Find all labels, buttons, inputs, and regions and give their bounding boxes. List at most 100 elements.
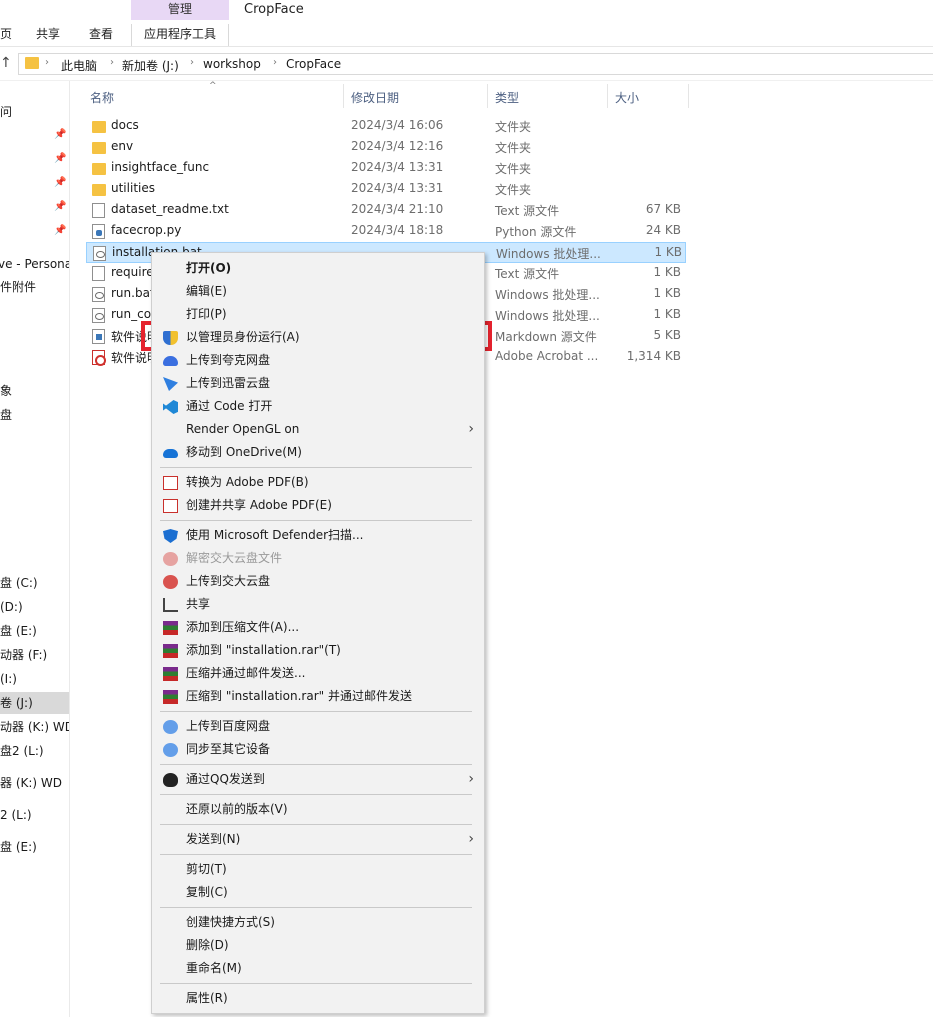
menu-item[interactable]: 删除(D) [152,934,484,957]
file-type: Text 源文件 [495,204,560,218]
winrar-icon [163,644,178,658]
file-row[interactable]: facecrop.py 2024/3/4 18:18 Python 源文件 24 KB [86,221,686,242]
menu-item[interactable]: 复制(C) [152,881,484,904]
tab-app-tools[interactable]: 应用程序工具 [131,24,229,46]
menu-item[interactable]: 使用 Microsoft Defender扫描... [152,524,484,547]
file-type: Windows 批处理... [496,247,601,261]
nav-item-drive-j[interactable]: 卷 (J:) [0,692,69,714]
menu-item[interactable]: 上传到夸克网盘 [152,349,484,372]
nav-item-drive-l[interactable]: 盘2 (L:) [0,740,44,762]
menu-item[interactable]: 发送到(N) › [152,828,484,851]
file-size: 67 KB [645,202,681,216]
menu-item[interactable]: 创建快捷方式(S) [152,911,484,934]
tab-file-partial[interactable]: 页 [0,24,12,46]
column-header-modified[interactable]: 修改日期 [351,89,399,111]
pin-icon: 📌 [54,201,67,212]
column-divider[interactable] [343,84,344,108]
file-row[interactable]: dataset_readme.txt 2024/3/4 21:10 Text 源文件… [86,200,686,221]
winrar-icon [163,667,178,681]
file-row[interactable]: docs 2024/3/4 16:06 文件夹 [86,116,686,137]
menu-item[interactable]: 转换为 Adobe PDF(B) [152,471,484,494]
menu-item-label: 压缩并通过邮件发送... [186,666,306,680]
file-row[interactable]: utilities 2024/3/4 13:31 文件夹 [86,179,686,200]
menu-item[interactable]: 打印(P) [152,303,484,326]
menu-item[interactable]: 同步至其它设备 [152,738,484,761]
menu-item-label: 使用 Microsoft Defender扫描... [186,528,364,542]
nav-item-disk[interactable]: 盘 [0,404,12,426]
menu-item-label: 上传到夸克网盘 [186,353,271,367]
menu-item[interactable]: 上传到交大云盘 [152,570,484,593]
breadcrumb-workshop[interactable]: workshop [203,57,261,71]
menu-item[interactable]: 以管理员身份运行(A) [152,326,484,349]
nav-item-drive-k[interactable]: 动器 (K:) WD [0,716,69,738]
menu-item[interactable]: 压缩并通过邮件发送... [152,662,484,685]
menu-item[interactable]: 添加到压缩文件(A)... [152,616,484,639]
menu-item[interactable]: 还原以前的版本(V) [152,798,484,821]
menu-item-label: 上传到百度网盘 [186,719,271,733]
menu-item[interactable]: 打开(O) [152,257,484,280]
menu-item[interactable]: 编辑(E) [152,280,484,303]
menu-separator [160,794,472,795]
menu-separator [160,711,472,712]
menu-item[interactable]: 重命名(M) [152,957,484,980]
chevron-right-icon: › [110,57,114,68]
markdown-file-icon [92,329,105,344]
menu-item[interactable]: Render OpenGL on › [152,418,484,441]
navigation-pane: 问 📌 📌 📌 📌 📌 ve - Persona 件附件 象 盘 盘 (C:) … [0,81,70,1017]
up-arrow-icon[interactable]: ↑ [0,55,12,71]
column-divider[interactable] [688,84,689,108]
menu-item[interactable]: 压缩到 "installation.rar" 并通过邮件发送 [152,685,484,708]
tab-share[interactable]: 共享 [36,24,60,46]
menu-item[interactable]: 添加到 "installation.rar"(T) [152,639,484,662]
column-header-type[interactable]: 类型 [495,89,519,111]
pin-icon: 📌 [54,129,67,140]
file-type: Adobe Acrobat ... [495,349,599,363]
breadcrumb-drive-j[interactable]: 新加卷 (J:) [122,57,179,74]
breadcrumb-this-pc[interactable]: 此电脑 [61,57,97,74]
menu-item[interactable]: 通过 Code 打开 [152,395,484,418]
nav-item-drive-i[interactable]: (I:) [0,668,17,690]
nav-item-drive-f[interactable]: 动器 (F:) [0,644,47,666]
nav-item-onedrive[interactable]: ve - Persona [0,253,69,275]
vscode-icon [163,400,178,414]
qq-icon [163,773,178,787]
menu-separator [160,764,472,765]
nav-item-drive-k-2[interactable]: 器 (K:) WD [0,772,62,794]
menu-item[interactable]: 创建并共享 Adobe PDF(E) [152,494,484,517]
column-divider[interactable] [607,84,608,108]
menu-item[interactable]: 上传到迅雷云盘 [152,372,484,395]
column-header-size[interactable]: 大小 [615,89,639,111]
menu-item[interactable]: 移动到 OneDrive(M) [152,441,484,464]
file-size: 24 KB [645,223,681,237]
tab-manage-context[interactable]: 管理 [131,0,229,20]
column-header-name[interactable]: 名称 [90,89,114,111]
jiaoda-cloud-icon [163,552,178,566]
onedrive-icon [163,449,178,458]
chevron-right-icon: › [190,57,194,68]
file-name: utilities [111,181,155,195]
folder-icon [92,163,106,175]
nav-item-drive-c[interactable]: 盘 (C:) [0,572,38,594]
menu-item[interactable]: 属性(R) [152,987,484,1010]
nav-item-objects[interactable]: 象 [0,380,12,402]
file-name: env [111,139,134,153]
nav-item-drive-d[interactable]: (D:) [0,596,23,618]
menu-item[interactable]: 通过QQ发送到 › [152,768,484,791]
nav-item-drive-l-2[interactable]: 2 (L:) [0,804,32,826]
address-bar[interactable]: › 此电脑 › 新加卷 (J:) › workshop › CropFace [18,53,933,75]
breadcrumb-cropface[interactable]: CropFace [286,57,341,71]
nav-item[interactable]: 问 [0,101,12,123]
menu-item[interactable]: 剪切(T) [152,858,484,881]
batch-file-icon [92,287,105,302]
tab-view[interactable]: 查看 [89,24,113,46]
menu-item[interactable]: 上传到百度网盘 [152,715,484,738]
menu-item[interactable]: 共享 [152,593,484,616]
menu-separator [160,854,472,855]
file-row[interactable]: env 2024/3/4 12:16 文件夹 [86,137,686,158]
column-divider[interactable] [487,84,488,108]
nav-item-drive-e-2[interactable]: 盘 (E:) [0,836,37,858]
batch-file-icon [92,308,105,323]
nav-item-drive-e[interactable]: 盘 (E:) [0,620,37,642]
nav-item-attachments[interactable]: 件附件 [0,276,36,298]
file-row[interactable]: insightface_func 2024/3/4 13:31 文件夹 [86,158,686,179]
